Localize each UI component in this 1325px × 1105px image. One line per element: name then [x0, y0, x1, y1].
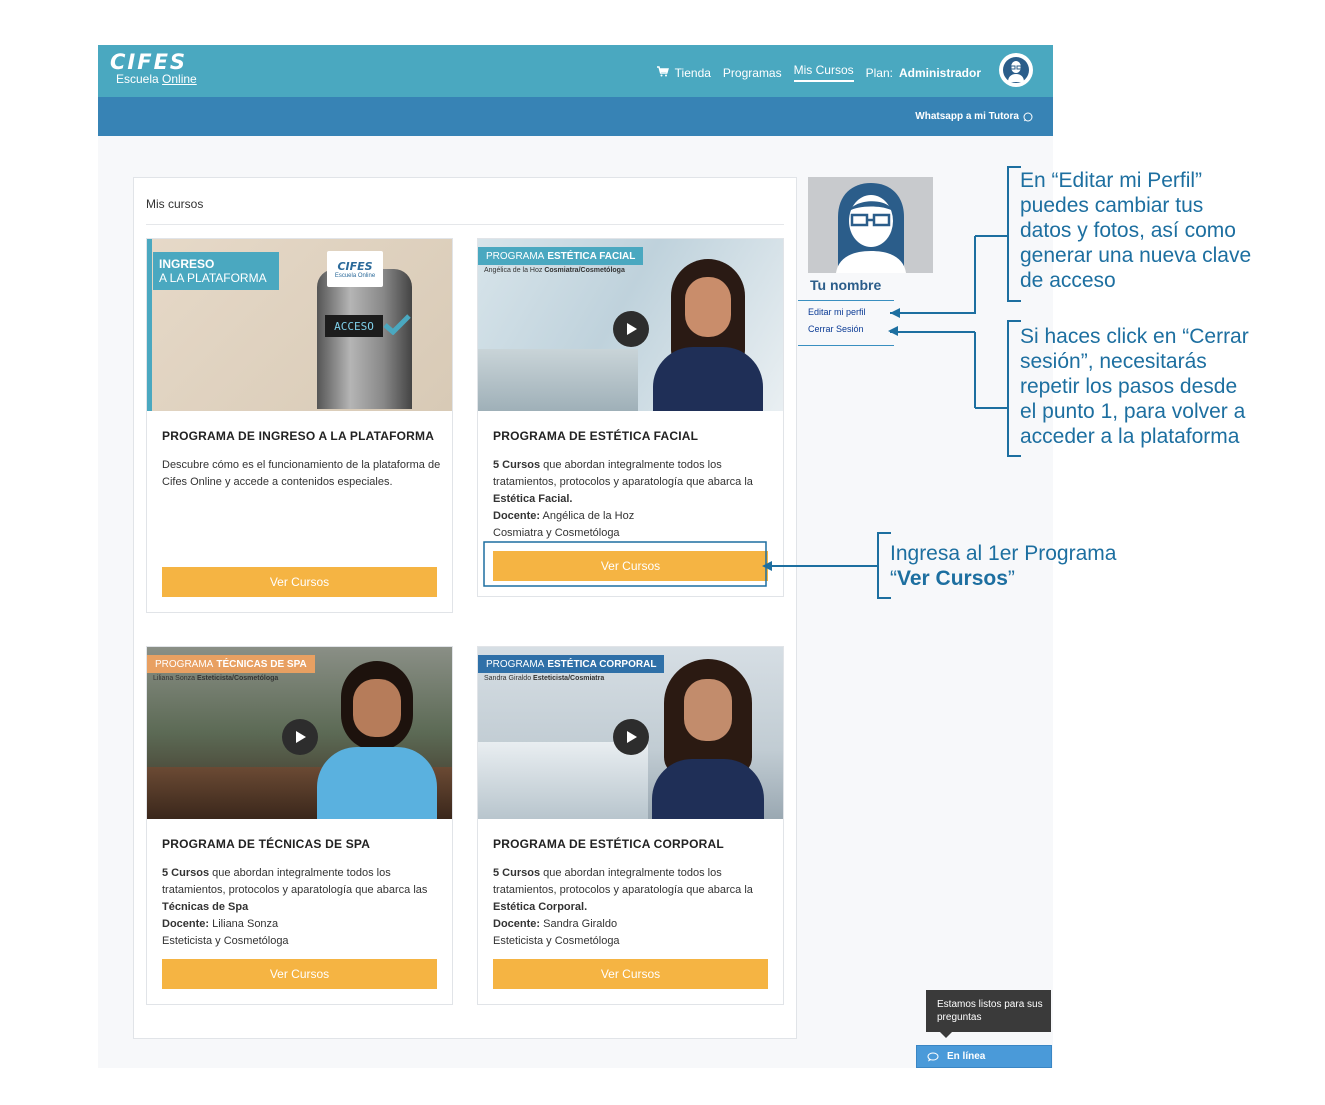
annotation-line: generar una nueva clave	[1020, 244, 1252, 267]
annotation-line: puedes cambiar tus	[1020, 194, 1204, 217]
annotation-arrows	[483, 235, 1008, 587]
annotation-line: el punto 1, para volver a	[1020, 400, 1246, 423]
annotation-line: acceder a la plataforma	[1020, 425, 1240, 448]
quote-close: ”	[1007, 567, 1015, 590]
annotation-bracket	[877, 532, 891, 599]
annotation-logout: Si haces click en “Cerrar sesión”, neces…	[1020, 324, 1249, 449]
annotation-line: En “Editar mi Perfil”	[1020, 169, 1203, 192]
annotation-line: Si haces click en “Cerrar	[1020, 325, 1249, 348]
annotation-bracket	[1007, 166, 1021, 302]
annotation-edit-profile: En “Editar mi Perfil” puedes cambiar tus…	[1020, 168, 1251, 293]
annotation-line: repetir los pasos desde	[1020, 375, 1238, 398]
annotation-line-2: “Ver Cursos”	[890, 566, 1116, 591]
annotation-bold: Ver Cursos	[897, 567, 1008, 590]
annotation-line: datos y fotos, así como	[1020, 219, 1236, 242]
annotation-line: Ingresa al 1er Programa	[890, 542, 1117, 565]
annotation-line: sesión”, necesitarás	[1020, 350, 1207, 373]
annotation-bracket	[1007, 320, 1021, 457]
annotation-enter-program: Ingresa al 1er Programa “Ver Cursos”	[890, 541, 1116, 591]
quote-open: “	[890, 567, 897, 590]
annotation-line: de acceso	[1020, 269, 1116, 292]
